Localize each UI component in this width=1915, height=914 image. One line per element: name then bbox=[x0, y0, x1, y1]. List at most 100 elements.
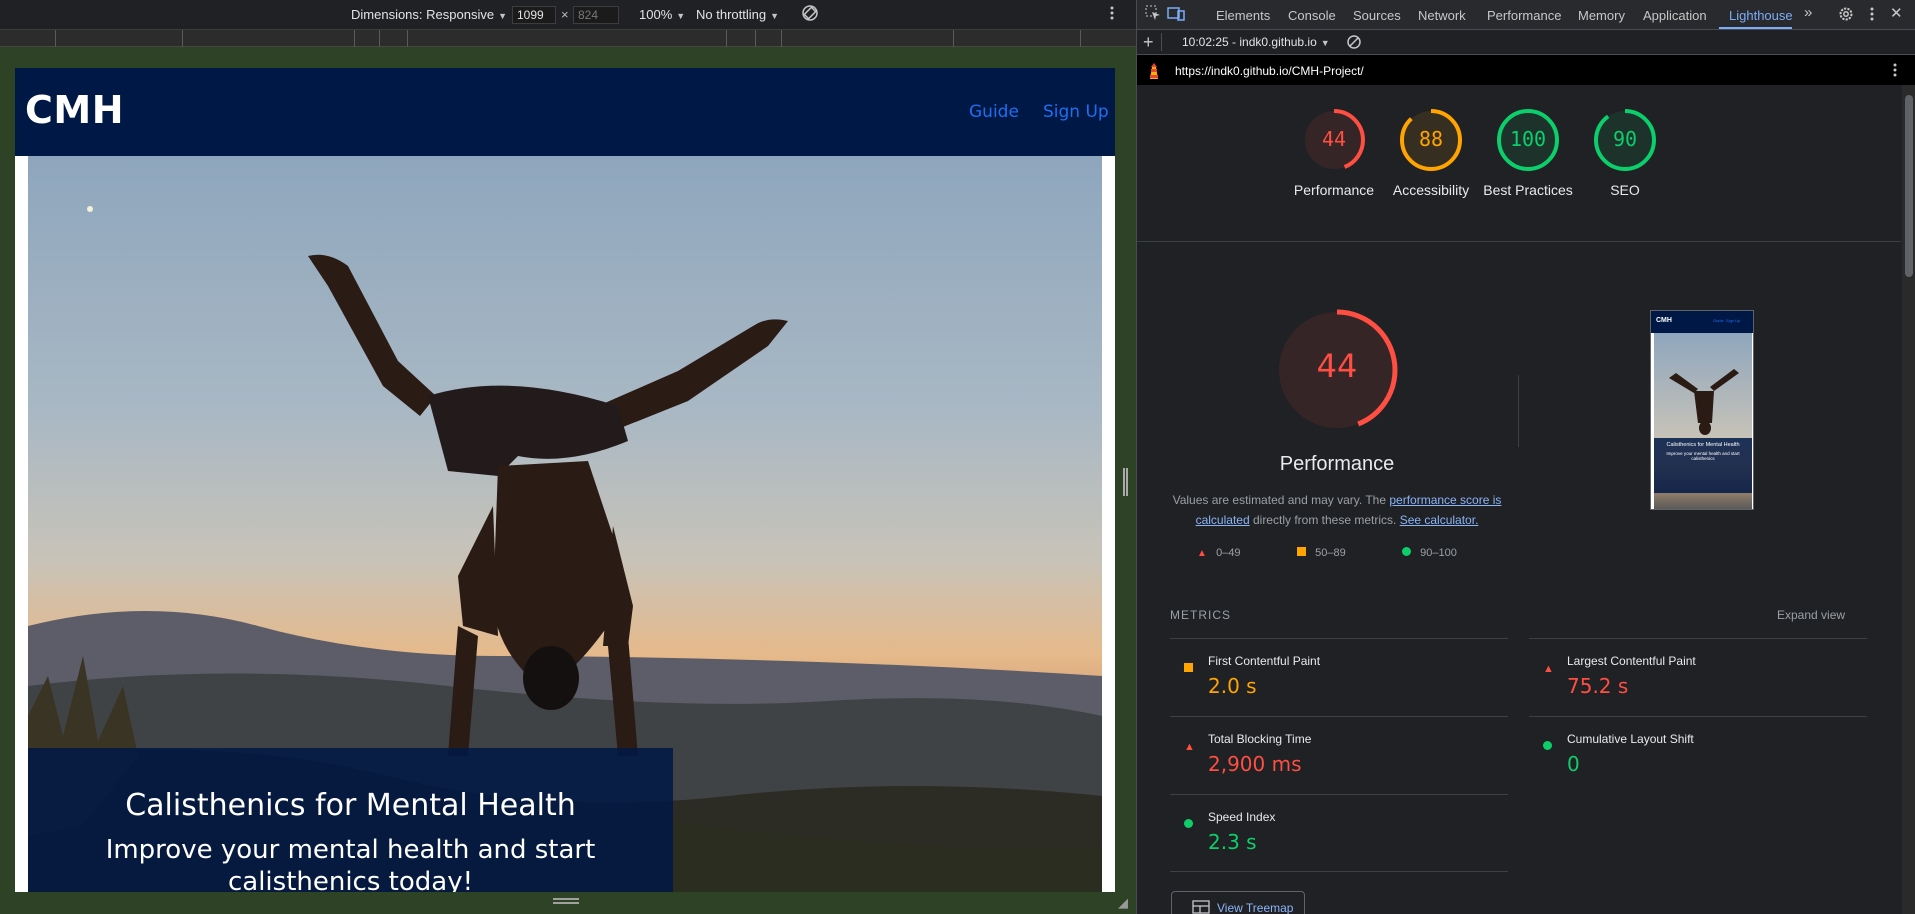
score-label: SEO bbox=[1610, 182, 1640, 198]
legend-pass: 90–100 bbox=[1402, 547, 1457, 559]
gauge-accessibility[interactable]: 88 Accessibility bbox=[1383, 107, 1479, 200]
score-label: Performance bbox=[1293, 182, 1375, 198]
nav-link-guide[interactable]: Guide bbox=[969, 102, 1019, 122]
metric-label: Largest Contentful Paint bbox=[1567, 654, 1696, 668]
hero-image: Calisthenics for Mental Health Improve y… bbox=[28, 156, 1102, 892]
rotate-icon[interactable] bbox=[800, 3, 820, 26]
view-treemap-button[interactable]: View Treemap bbox=[1171, 891, 1305, 914]
tab-network[interactable]: Network bbox=[1418, 8, 1466, 23]
treemap-icon bbox=[1192, 900, 1210, 914]
gauge-performance[interactable]: 44 Performance bbox=[1286, 107, 1382, 200]
clear-reports-icon[interactable] bbox=[1346, 34, 1362, 53]
throttling-dropdown[interactable]: No throttling ▼ bbox=[696, 7, 779, 22]
nav-link-sign-up[interactable]: Sign Up bbox=[1043, 102, 1109, 122]
metric-value: 2.3 s bbox=[1208, 830, 1257, 854]
active-tab-indicator bbox=[1719, 27, 1792, 29]
customize-menu-icon[interactable] bbox=[1870, 7, 1874, 25]
metric-value: 2,900 ms bbox=[1208, 752, 1302, 776]
metric-value: 0 bbox=[1567, 752, 1580, 776]
triangle-icon: ▲ bbox=[1197, 548, 1207, 559]
width-input[interactable] bbox=[512, 6, 556, 24]
score-label: Accessibility bbox=[1392, 182, 1470, 198]
divider bbox=[1518, 375, 1519, 447]
emulated-website: CMH Guide Sign Up Calisthenics for Menta… bbox=[15, 68, 1115, 892]
metric-si: Speed Index 2.3 s bbox=[1170, 794, 1508, 872]
report-url[interactable]: https://indk0.github.io/CMH-Project/ bbox=[1175, 64, 1364, 78]
settings-gear-icon[interactable] bbox=[1838, 6, 1854, 26]
more-tabs-icon[interactable]: » bbox=[1804, 4, 1812, 21]
dimensions-dropdown[interactable]: Dimensions: Responsive ▼ bbox=[351, 7, 507, 22]
legend-fail: ▲ 0–49 bbox=[1197, 547, 1241, 559]
circle-icon bbox=[1402, 547, 1411, 556]
lighthouse-report: 44 Performance 88 Accessibility 100 Best Prac… bbox=[1137, 85, 1901, 914]
more-options-icon[interactable] bbox=[1110, 6, 1114, 23]
caret-down-icon: ▼ bbox=[770, 11, 780, 21]
metric-value: 75.2 s bbox=[1567, 674, 1629, 698]
report-selector[interactable]: 10:02:25 - indk0.github.io ▼ bbox=[1182, 35, 1330, 49]
metric-cls: Cumulative Layout Shift 0 bbox=[1529, 716, 1867, 794]
device-toolbar-icon[interactable] bbox=[1167, 5, 1185, 25]
expand-view-toggle[interactable]: Expand view bbox=[1777, 608, 1845, 622]
devtools-tab-bar: Elements Console Sources Network Perform… bbox=[1137, 0, 1915, 30]
score-label: Best Practices bbox=[1483, 182, 1573, 198]
hero-caption: Calisthenics for Mental Health Improve y… bbox=[28, 748, 673, 892]
report-menu-icon[interactable] bbox=[1893, 63, 1897, 80]
report-scrollbar[interactable] bbox=[1902, 85, 1915, 914]
metric-lcp: ▲ Largest Contentful Paint 75.2 s bbox=[1529, 638, 1867, 716]
scrollbar-thumb[interactable] bbox=[1905, 95, 1913, 277]
score-value: 88 bbox=[1418, 127, 1444, 151]
close-devtools-icon[interactable]: ✕ bbox=[1890, 4, 1903, 22]
circle-icon bbox=[1184, 819, 1193, 828]
final-screenshot-thumbnail[interactable]: CMH Guide Sign Up Calisthenics for Menta… bbox=[1650, 310, 1754, 510]
resize-corner-icon[interactable]: ◢ bbox=[1118, 895, 1128, 911]
caret-down-icon: ▼ bbox=[498, 11, 507, 21]
performance-title: Performance bbox=[1279, 453, 1395, 475]
tab-sources[interactable]: Sources bbox=[1353, 8, 1401, 23]
caret-down-icon: ▼ bbox=[676, 11, 686, 21]
site-logo[interactable]: CMH bbox=[25, 88, 124, 132]
divider bbox=[1137, 241, 1901, 242]
performance-description: Values are estimated and may vary. The p… bbox=[1172, 493, 1502, 527]
tab-performance[interactable]: Performance bbox=[1487, 8, 1561, 23]
legend-average: 50–89 bbox=[1297, 547, 1346, 559]
square-icon bbox=[1297, 547, 1306, 556]
metric-label: Cumulative Layout Shift bbox=[1567, 732, 1694, 746]
metric-tbt: ▲ Total Blocking Time 2,900 ms bbox=[1170, 716, 1508, 794]
metric-fcp: First Contentful Paint 2.0 s bbox=[1170, 638, 1508, 716]
metric-label: Total Blocking Time bbox=[1208, 732, 1312, 746]
see-calculator-link[interactable]: See calculator. bbox=[1400, 513, 1479, 527]
new-report-icon[interactable]: + bbox=[1143, 32, 1154, 53]
device-emulation-area: Dimensions: Responsive▼ × 100%▼ No throt… bbox=[0, 0, 1136, 914]
zoom-dropdown[interactable]: 100% ▼ bbox=[639, 7, 685, 22]
lighthouse-logo-icon bbox=[1145, 61, 1163, 84]
circle-icon bbox=[1543, 741, 1552, 750]
lighthouse-toolbar: + 10:02:25 - indk0.github.io ▼ bbox=[1137, 30, 1915, 55]
hero-title: Calisthenics for Mental Health bbox=[125, 788, 576, 823]
device-toolbar: Dimensions: Responsive▼ × 100%▼ No throt… bbox=[0, 0, 1136, 30]
site-navbar: CMH Guide Sign Up bbox=[15, 68, 1115, 156]
resize-handle-right[interactable] bbox=[1123, 468, 1128, 496]
hero-subtitle: Improve your mental health and start cal… bbox=[105, 835, 596, 892]
tab-application[interactable]: Application bbox=[1643, 8, 1707, 23]
tab-memory[interactable]: Memory bbox=[1578, 8, 1625, 23]
gauge-best-practices[interactable]: 100 Best Practices bbox=[1480, 107, 1576, 200]
height-input[interactable] bbox=[573, 6, 619, 24]
performance-gauge-large: 44 bbox=[1272, 305, 1402, 435]
tab-console[interactable]: Console bbox=[1288, 8, 1336, 23]
gauge-seo[interactable]: 90 SEO bbox=[1577, 107, 1673, 200]
metric-value: 2.0 s bbox=[1208, 674, 1257, 698]
report-url-bar: https://indk0.github.io/CMH-Project/ bbox=[1137, 55, 1915, 85]
resize-handle-bottom[interactable] bbox=[553, 898, 579, 906]
tab-lighthouse[interactable]: Lighthouse bbox=[1729, 8, 1793, 23]
score-value: 90 bbox=[1612, 127, 1638, 151]
performance-score-large: 44 bbox=[1316, 347, 1358, 385]
times-symbol: × bbox=[561, 7, 569, 22]
square-icon bbox=[1184, 663, 1193, 672]
tab-elements[interactable]: Elements bbox=[1216, 8, 1270, 23]
score-value: 100 bbox=[1509, 127, 1547, 151]
media-query-ruler[interactable] bbox=[0, 30, 1136, 47]
devtools-panel: Elements Console Sources Network Perform… bbox=[1136, 0, 1915, 914]
inspect-element-icon[interactable] bbox=[1145, 5, 1161, 25]
triangle-icon: ▲ bbox=[1543, 663, 1554, 675]
triangle-icon: ▲ bbox=[1184, 741, 1195, 753]
